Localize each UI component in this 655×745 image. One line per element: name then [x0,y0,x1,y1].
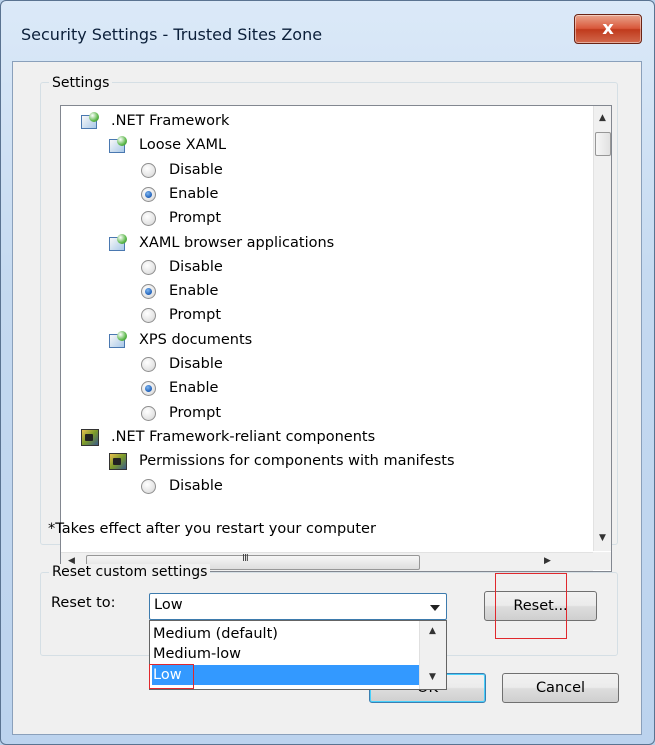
setting-item: XAML browser applications [61,232,593,254]
setting-item: Loose XAML [61,134,593,156]
settings-tree[interactable]: .NET Framework Loose XAML Disable Enable Pro… [60,105,612,572]
window-title: Security Settings - Trusted Sites Zone [21,25,323,44]
settings-category: .NET Framework [61,110,593,132]
dropdown-scroll-up-icon[interactable]: ▲ [424,623,441,640]
dropdown-arrow-icon[interactable] [430,605,440,611]
tree-item-label: Disable [169,258,223,275]
tree-item-label: Disable [169,356,223,372]
cancel-button[interactable]: Cancel [502,673,619,703]
radio-unchecked[interactable] [141,357,156,372]
tree-item-label: Enable [169,380,219,397]
radio-unchecked[interactable] [141,162,156,178]
components-icon [81,428,99,446]
vertical-scrollbar[interactable]: ▲ ▼ [593,106,611,551]
tree-item-label: Enable [169,283,219,300]
tree-item-label: Loose XAML [139,137,227,154]
setting-option[interactable]: Disable [61,256,593,278]
tree-item-label: XAML browser applications [139,234,335,251]
net-settings-icon [81,112,99,129]
components-icon [109,452,127,471]
radio-unchecked[interactable] [141,211,156,227]
reset-level-select[interactable]: Low [149,593,447,620]
reset-to-label: Reset to: [51,595,116,611]
dropdown-option[interactable]: Medium-low [152,644,421,664]
security-settings-window: Security Settings - Trusted Sites Zone x… [0,0,655,745]
restart-note: *Takes effect after you restart your com… [48,521,376,537]
setting-option[interactable]: Enable [61,377,593,399]
scroll-grip: III [242,553,249,564]
setting-option[interactable]: Prompt [61,304,593,326]
settings-category: .NET Framework-reliant components [61,426,593,448]
vertical-scroll-thumb[interactable] [595,132,611,156]
title-bar[interactable]: Security Settings - Trusted Sites Zone x [1,1,654,61]
radio-checked[interactable] [141,381,156,397]
tree-item-label: Prompt [169,210,222,227]
radio-unchecked[interactable] [141,405,156,421]
net-settings-icon [109,233,127,251]
setting-item: XPS documents [61,329,593,351]
setting-option[interactable]: Prompt [61,402,593,424]
scroll-down-arrow-icon[interactable]: ▼ [594,530,611,547]
setting-option[interactable]: Enable [61,280,593,302]
scroll-corner [593,552,611,570]
tree-item-label: .NET Framework-reliant components [111,428,376,445]
annotation-box-low [149,664,194,689]
tree-item-label: .NET Framework [111,113,230,129]
setting-option[interactable]: Disable [61,159,593,181]
setting-option[interactable]: Prompt [61,207,593,229]
radio-checked[interactable] [141,186,156,202]
annotation-box-reset [495,573,567,639]
scroll-right-arrow-icon[interactable]: ▶ [539,553,556,570]
tree-item-label: Prompt [169,307,222,324]
close-button[interactable]: x [574,14,642,44]
dropdown-option[interactable]: Medium (default) [152,624,421,644]
dialog-client-area: Settings .NET Framework Loose XAML Disable… [12,61,642,735]
scroll-up-arrow-icon[interactable]: ▲ [594,110,611,127]
setting-option[interactable]: Disable [61,353,593,375]
net-settings-icon [109,136,127,154]
setting-item: Permissions for components with manifest… [61,450,593,472]
radio-checked[interactable] [141,284,156,300]
tree-item-label: Disable [169,477,223,494]
radio-unchecked[interactable] [141,478,156,494]
dropdown-scroll-down-icon[interactable]: ▼ [424,669,441,686]
reset-level-value: Low [154,597,183,613]
dropdown-scrollbar[interactable]: ▲ ▼ [419,621,446,689]
radio-unchecked[interactable] [141,308,156,324]
tree-item-label: XPS documents [139,331,253,348]
reset-group-label: Reset custom settings [49,564,211,580]
net-settings-icon [109,330,127,348]
tree-item-label: Permissions for components with manifest… [139,453,455,470]
setting-option[interactable]: Enable [61,183,593,205]
setting-option[interactable]: Disable [61,475,593,497]
radio-unchecked[interactable] [141,259,156,275]
tree-item-label: Enable [169,185,219,202]
tree-item-label: Prompt [169,404,222,421]
settings-group-label: Settings [49,75,113,91]
tree-item-label: Disable [169,161,223,178]
